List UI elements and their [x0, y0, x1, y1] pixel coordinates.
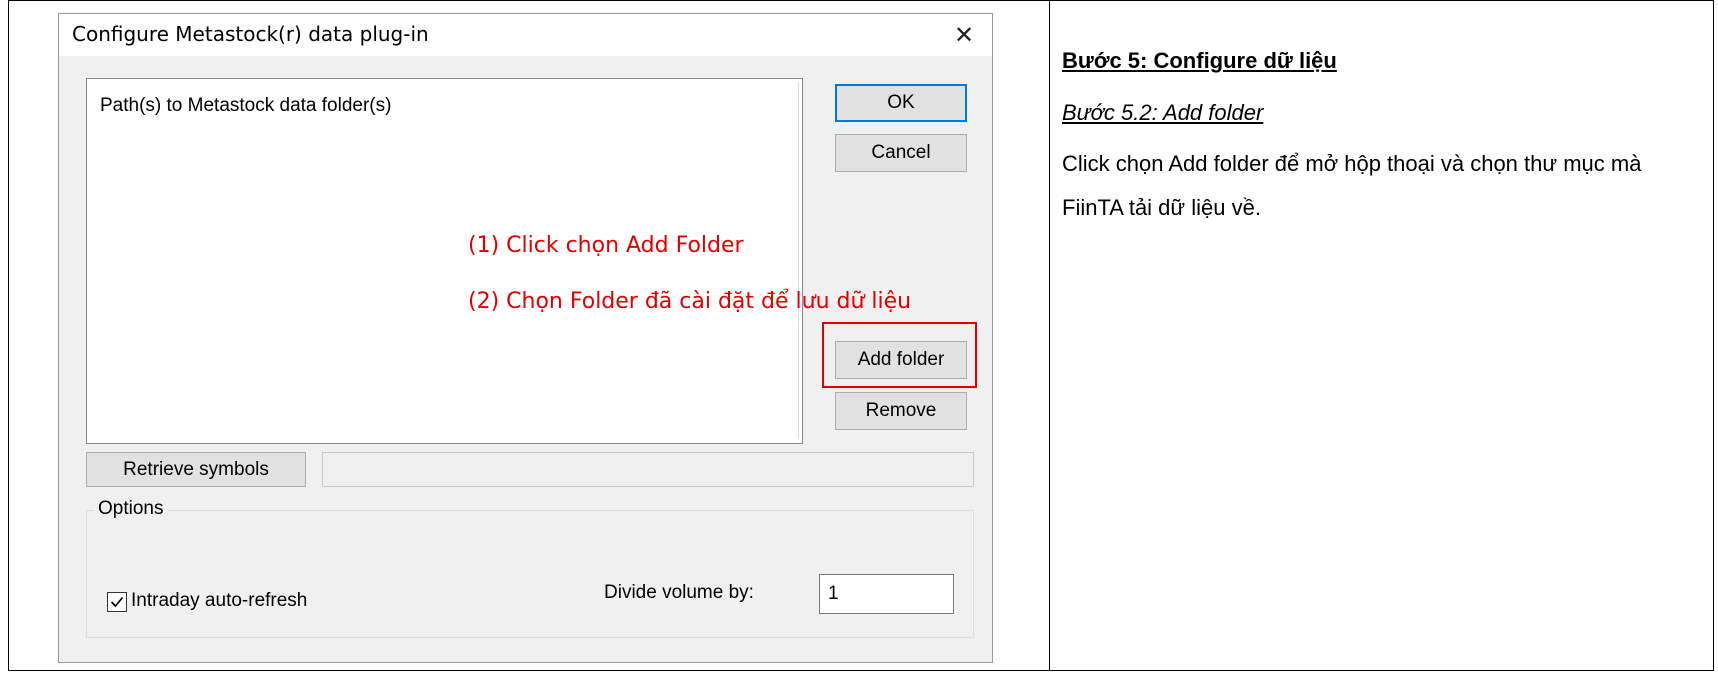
folder-list-header: Path(s) to Metastock data folder(s): [100, 95, 392, 116]
annotation-step-2: (2) Chọn Folder đã cài đặt để lưu dữ liệ…: [468, 289, 912, 314]
retrieve-progress-field: [322, 452, 974, 487]
add-folder-button[interactable]: Add folder: [835, 341, 967, 379]
ok-button[interactable]: OK: [835, 84, 967, 122]
configure-dialog: Configure Metastock(r) data plug-in ✕ Pa…: [58, 13, 993, 663]
divide-volume-label: Divide volume by:: [604, 582, 754, 603]
remove-button[interactable]: Remove: [835, 392, 967, 430]
checkmark-icon: [110, 596, 124, 608]
close-button[interactable]: ✕: [944, 16, 984, 54]
intraday-checkbox[interactable]: [107, 592, 127, 612]
step-title: Bước 5: Configure dữ liệu: [1062, 48, 1337, 73]
folder-listbox[interactable]: Path(s) to Metastock data folder(s): [86, 78, 803, 444]
options-group-label: Options: [94, 498, 168, 520]
intraday-label[interactable]: Intraday auto-refresh: [131, 590, 307, 612]
column-divider: [1049, 1, 1050, 670]
annotation-step-1: (1) Click chọn Add Folder: [468, 233, 744, 258]
close-icon: ✕: [953, 21, 975, 49]
retrieve-symbols-button[interactable]: Retrieve symbols: [86, 452, 306, 487]
cancel-button[interactable]: Cancel: [835, 134, 967, 172]
divide-volume-input[interactable]: [819, 574, 954, 614]
step-subtitle: Bước 5.2: Add folder: [1062, 100, 1264, 125]
dialog-titlebar: Configure Metastock(r) data plug-in ✕: [59, 14, 992, 56]
list-divider: [798, 82, 799, 439]
step-description: Click chọn Add folder để mở hộp thoại và…: [1062, 151, 1642, 220]
dialog-title: Configure Metastock(r) data plug-in: [72, 22, 429, 46]
